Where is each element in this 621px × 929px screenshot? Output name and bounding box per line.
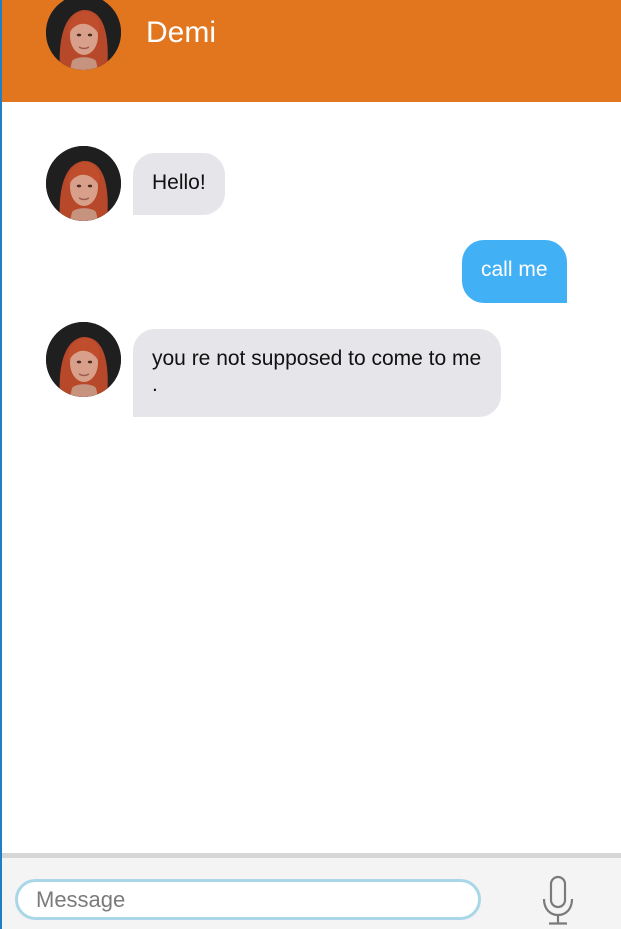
message-avatar (46, 322, 121, 397)
chat-header: Demi (2, 0, 621, 102)
microphone-button[interactable] (540, 875, 576, 927)
incoming-message: you re not supposed to come to me . (133, 329, 501, 417)
avatar-portrait-icon (46, 0, 121, 70)
outgoing-message: call me (462, 240, 567, 303)
contact-name: Demi (146, 16, 217, 49)
composer-bar (2, 853, 621, 929)
message-input[interactable] (15, 879, 481, 920)
incoming-message: Hello! (133, 153, 225, 215)
contact-avatar[interactable] (46, 0, 121, 70)
chat-app: Demi Hello! call me you re not supposed … (0, 0, 621, 929)
microphone-icon (542, 875, 574, 925)
message-avatar (46, 146, 121, 221)
avatar-portrait-icon (46, 146, 121, 221)
avatar-portrait-icon (46, 322, 121, 397)
